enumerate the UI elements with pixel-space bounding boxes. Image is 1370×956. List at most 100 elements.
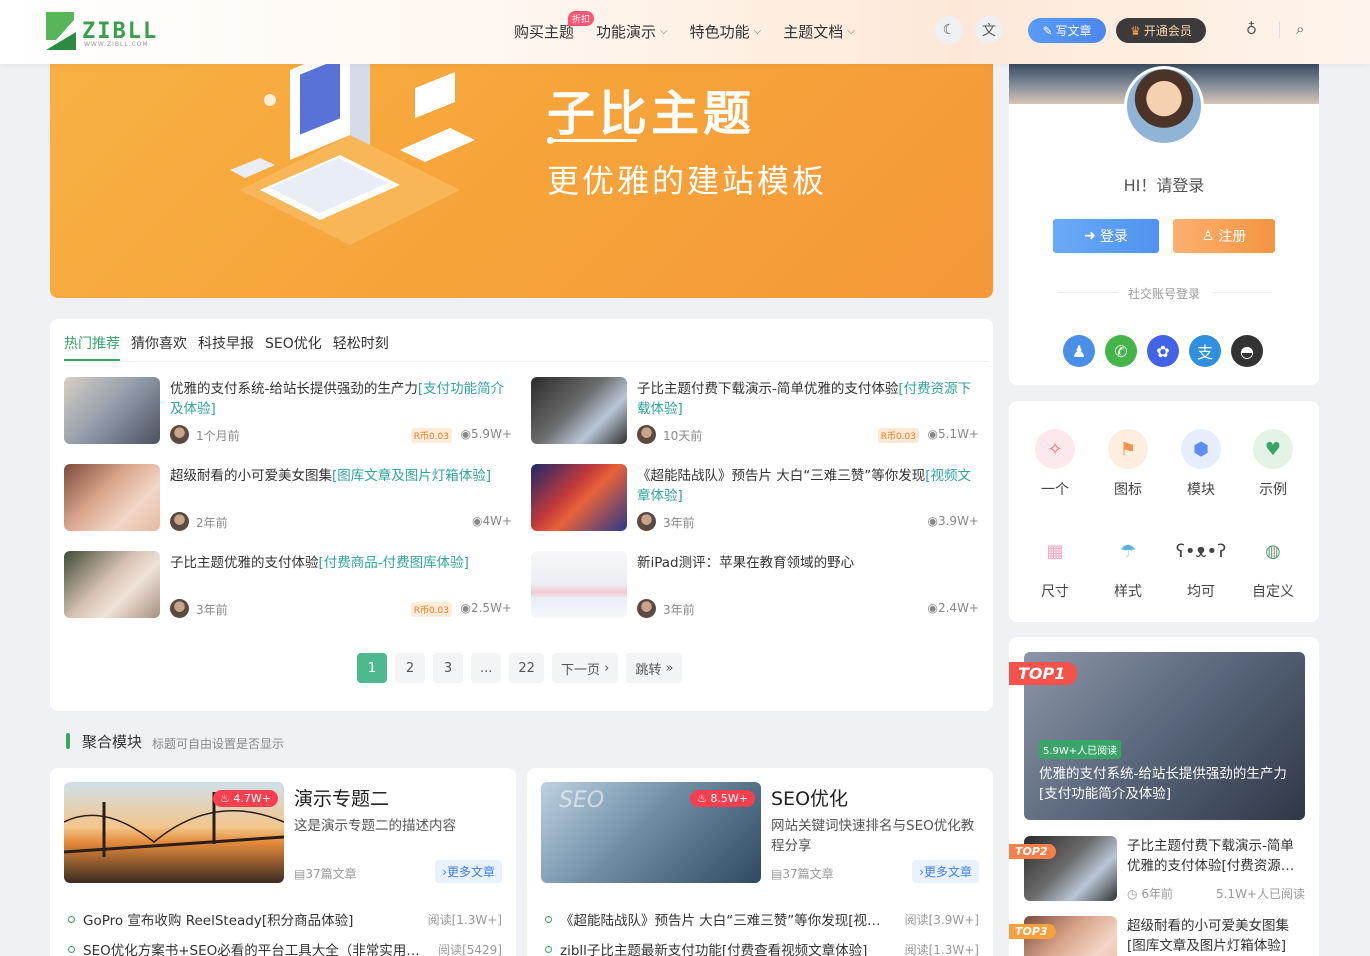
page-2[interactable]: 2: [395, 653, 425, 683]
open-vip-button[interactable]: ♛ 开通会员: [1116, 18, 1206, 43]
wechat-login-icon[interactable]: ✆: [1105, 335, 1137, 367]
list-item[interactable]: 《超能陆战队》预告片 大白“三难三赞”等你发现[视… 阅读[3.9W+]: [545, 904, 979, 934]
post-title[interactable]: 新iPad测评：苹果在教育领域的野心: [637, 553, 979, 593]
grid-item[interactable]: ☂ 样式: [1093, 531, 1163, 601]
more-articles-button[interactable]: ›更多文章: [912, 860, 979, 883]
author-avatar[interactable]: [170, 512, 189, 531]
post-thumbnail[interactable]: [64, 377, 160, 444]
author-avatar[interactable]: [170, 425, 189, 444]
qq-login-icon[interactable]: ♟: [1063, 335, 1095, 367]
topic-thumbnail[interactable]: ♨ 4.7W+: [64, 782, 284, 883]
posts-tabs: 热门推荐 猜你喜欢 科技早报 SEO优化 轻松时刻: [64, 333, 400, 361]
author-avatar[interactable]: [637, 512, 656, 531]
author-avatar[interactable]: [637, 599, 656, 618]
nav-buy-theme[interactable]: 购买主题 折扣: [514, 11, 595, 42]
grid-item[interactable]: ♥ 示例: [1238, 429, 1308, 499]
register-button[interactable]: ♙ 注册: [1173, 219, 1275, 253]
nav-special-features[interactable]: 特色功能 ⌵: [690, 21, 762, 42]
post-thumbnail[interactable]: [64, 464, 160, 531]
document-icon: ▤: [294, 867, 306, 881]
topic-thumbnail[interactable]: SEO ♨ 8.5W+: [541, 782, 761, 883]
post-time: 1个月前: [196, 429, 240, 443]
social-login-label: 社交账号登录: [1127, 287, 1200, 301]
banner-dot: [547, 137, 554, 144]
bullet-icon: [68, 915, 75, 923]
section-title: 聚合模块: [82, 733, 143, 751]
nav-feature-demo[interactable]: 功能演示 ⌵: [596, 21, 668, 42]
post-title[interactable]: 《超能陆战队》预告片 大白“三难三赞”等你发现[视频文章体验]: [637, 466, 979, 506]
list-item[interactable]: SEO优化方案书+SEO必看的平台工具大全（非常实用… 阅读[5429]: [68, 934, 502, 956]
tab-seo[interactable]: SEO优化: [265, 333, 322, 361]
post-tag: [图库文章及图片灯箱体验]: [332, 468, 492, 484]
topic-article-list: GoPro 宣布收购 ReelSteady[积分商品体验] 阅读[1.3W+] S…: [68, 904, 502, 956]
post-item[interactable]: 子比主题优雅的支付体验[付费商品-付费图库体验] 3年前 R币0.03 ◉2.5…: [64, 551, 512, 621]
tab-relax[interactable]: 轻松时刻: [333, 333, 389, 361]
next-page-button[interactable]: 下一页 ›: [551, 653, 619, 683]
post-thumbnail[interactable]: [531, 464, 627, 531]
rank-badge-top1: TOP1: [1009, 662, 1078, 685]
post-title[interactable]: 子比主题付费下载演示-简单优雅的支付体验[付费资源下载体验]: [637, 379, 979, 419]
dark-mode-toggle[interactable]: ☾: [935, 16, 963, 44]
jump-page-button[interactable]: 跳转 »: [626, 653, 683, 683]
grid-item[interactable]: ʕ•ᴥ•ʔ 均可: [1166, 531, 1236, 601]
write-article-button[interactable]: ✎ 写文章: [1028, 18, 1106, 43]
tab-hot[interactable]: 热门推荐: [64, 333, 120, 361]
post-thumbnail[interactable]: [531, 377, 627, 444]
baidu-login-icon[interactable]: ✿: [1147, 335, 1179, 367]
list-item[interactable]: zibll子比主题最新支付功能[付费查看视频文章体验] 阅读[1.3W+]: [545, 934, 979, 956]
post-item[interactable]: 超级耐看的小可爱美女图集[图库文章及图片灯箱体验] 2年前 ◉4W+: [64, 464, 512, 534]
author-avatar[interactable]: [637, 425, 656, 444]
grid-item[interactable]: ◍ 自定义: [1238, 531, 1308, 601]
nav-theme-docs[interactable]: 主题文档 ⌵: [783, 21, 855, 42]
post-title[interactable]: 子比主题优雅的支付体验[付费商品-付费图库体验]: [170, 553, 512, 593]
github-login-icon[interactable]: ◓: [1231, 335, 1263, 367]
topic-name[interactable]: SEO优化: [771, 784, 848, 811]
eye-icon: ◉: [927, 601, 938, 615]
hot-count: 8.5W+: [710, 792, 748, 805]
topic-name[interactable]: 演示专题二: [294, 784, 389, 811]
topic-article-list: 《超能陆战队》预告片 大白“三难三赞”等你发现[视… 阅读[3.9W+] zibl…: [545, 904, 979, 956]
tab-tech[interactable]: 科技早报: [198, 333, 254, 361]
translate-icon: 文: [982, 23, 996, 39]
tab-guess[interactable]: 猜你喜欢: [131, 333, 187, 361]
list-item[interactable]: GoPro 宣布收购 ReelSteady[积分商品体验] 阅读[1.3W+]: [68, 904, 502, 934]
post-title[interactable]: 超级耐看的小可爱美女图集[图库文章及图片灯箱体验]: [170, 466, 512, 506]
post-views-count: 4W+: [482, 514, 512, 528]
post-item[interactable]: 子比主题付费下载演示-简单优雅的支付体验[付费资源下载体验] 10天前 R币0.…: [531, 377, 979, 447]
page-3[interactable]: 3: [433, 653, 463, 683]
more-articles-button[interactable]: ›更多文章: [435, 860, 502, 883]
post-views-count: 5.1W+: [937, 427, 979, 441]
grid-item[interactable]: ▦ 尺寸: [1020, 531, 1090, 601]
post-item[interactable]: 《超能陆战队》预告片 大白“三难三赞”等你发现[视频文章体验] 3年前 ◉3.9…: [531, 464, 979, 534]
grid-item[interactable]: ⚑ 图标: [1093, 429, 1163, 499]
login-button[interactable]: ➜ 登录: [1053, 219, 1159, 253]
post-title[interactable]: 优雅的支付系统-给站长提供强劲的生产力[支付功能简介及体验]: [170, 379, 512, 419]
ranking-title[interactable]: 超级耐看的小可爱美女图集[图库文章及图片灯箱体验]: [1127, 916, 1305, 956]
grid-item[interactable]: ⬢ 模块: [1166, 429, 1236, 499]
topic-description: 这是演示专题二的描述内容: [294, 818, 456, 834]
alipay-login-icon[interactable]: 支: [1189, 335, 1221, 367]
search-icon[interactable]: ⌕: [1296, 20, 1304, 38]
ranking-title[interactable]: 子比主题付费下载演示-简单优雅的支付体验[付费资源…: [1127, 836, 1305, 876]
list-item-reads: 阅读[3.9W+]: [904, 912, 979, 927]
post-item[interactable]: 新iPad测评：苹果在教育领域的野心 3年前 ◉2.4W+: [531, 551, 979, 621]
post-time: 3年前: [196, 603, 228, 617]
ranking-time: 6年前: [1141, 887, 1173, 901]
hero-banner[interactable]: 子比主题 更优雅的建站模板: [50, 40, 993, 298]
post-views: ◉3.9W+: [928, 514, 980, 528]
eye-icon: ◉: [927, 514, 938, 528]
author-avatar[interactable]: [170, 599, 189, 618]
eye-icon: ◉: [927, 427, 938, 441]
page-1[interactable]: 1: [357, 653, 387, 683]
post-item[interactable]: 优雅的支付系统-给站长提供强劲的生产力[支付功能简介及体验] 1个月前 R币0.…: [64, 377, 512, 447]
post-thumbnail[interactable]: [531, 551, 627, 618]
avatar[interactable]: [1124, 66, 1204, 146]
lightbulb-icon[interactable]: ♁: [1246, 20, 1257, 38]
language-toggle[interactable]: 文: [975, 16, 1003, 44]
grid-item[interactable]: ✧ 一个: [1020, 429, 1090, 499]
post-thumbnail[interactable]: [64, 551, 160, 618]
bullet-icon: [545, 915, 552, 923]
topic-article-count: ▤37篇文章: [294, 865, 357, 882]
page-22[interactable]: 22: [509, 653, 544, 683]
topic-article-count-text: 37篇文章: [305, 867, 357, 881]
